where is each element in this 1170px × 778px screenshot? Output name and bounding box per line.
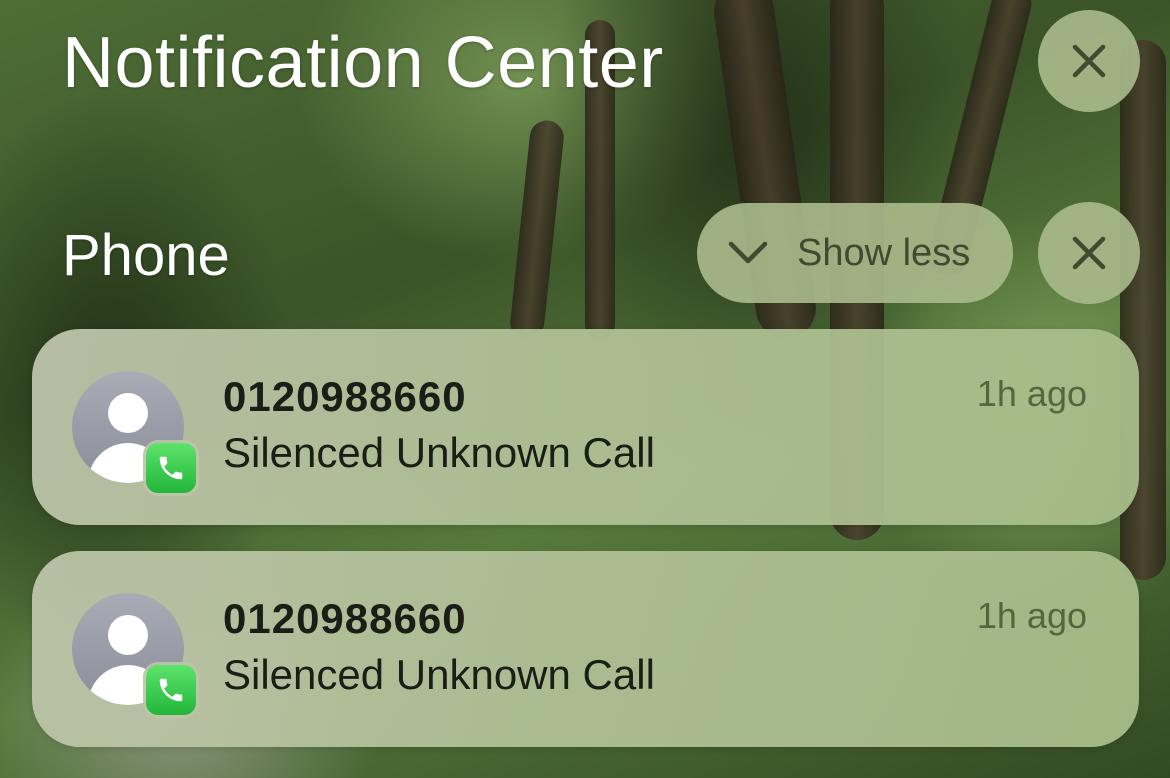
avatar-head [108,393,148,433]
phone-handset-glyph [159,456,183,480]
show-less-label: Show less [797,231,971,274]
notification-time: 1h ago [976,373,1087,414]
caller-number: 0120988660 [223,373,467,420]
notification-message: Silenced Unknown Call [223,651,655,698]
phone-icon [146,665,196,715]
notification-time: 1h ago [976,595,1087,636]
notification-card[interactable]: 0120988660 Silenced Unknown Call 1h ago [32,551,1139,747]
chevron-down-icon [728,241,768,264]
close-icon [1072,44,1106,78]
notification-message: Silenced Unknown Call [223,429,655,476]
notification-card[interactable]: 0120988660 Silenced Unknown Call 1h ago [32,329,1139,525]
close-icon [1072,236,1106,270]
show-less-button[interactable]: Show less [697,203,1013,303]
phone-icon [146,443,196,493]
close-notification-center-button[interactable] [1038,10,1140,112]
phone-handset-glyph [159,678,183,702]
avatar-head [108,615,148,655]
tree-trunk [508,118,566,342]
caller-number: 0120988660 [223,595,467,642]
clear-group-button[interactable] [1038,202,1140,304]
group-title: Phone [62,223,230,288]
page-title: Notification Center [62,23,664,103]
